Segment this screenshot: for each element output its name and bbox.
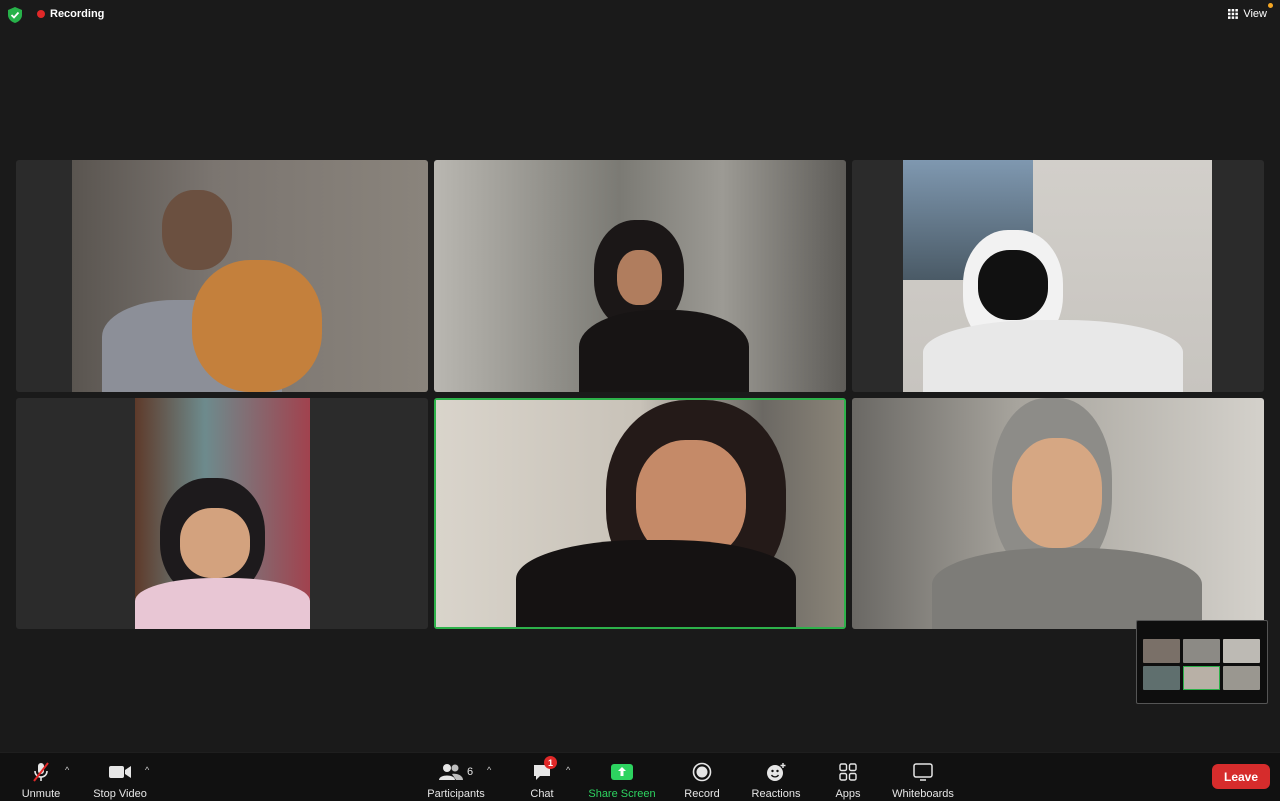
participants-button[interactable]: 6 Participants (422, 753, 490, 801)
reactions-smiley-icon (767, 763, 786, 781)
record-label: Record (684, 788, 720, 800)
view-label: View (1243, 8, 1267, 20)
video-tile-4[interactable] (16, 398, 428, 629)
recording-dot-icon (37, 10, 45, 18)
reactions-button[interactable]: Reactions (746, 753, 806, 801)
chat-label: Chat (530, 788, 554, 800)
stop-video-label: Stop Video (93, 788, 147, 800)
share-screen-label: Share Screen (588, 788, 656, 800)
share-screen-icon (611, 764, 633, 780)
mini-gallery-thumbnail[interactable] (1136, 620, 1268, 704)
video-tile-6[interactable] (852, 398, 1264, 629)
notification-dot (1268, 3, 1273, 8)
video-options-caret-icon[interactable]: ^ (145, 765, 149, 775)
unmute-button[interactable]: Unmute (16, 753, 66, 801)
record-button[interactable]: Record (678, 753, 726, 801)
participants-label: Participants (427, 788, 485, 800)
video-tile-1[interactable] (16, 160, 428, 392)
video-camera-icon (109, 766, 131, 778)
apps-button[interactable]: Apps (828, 753, 868, 801)
reactions-label: Reactions (751, 788, 801, 800)
leave-button[interactable]: Leave (1212, 764, 1270, 789)
view-button[interactable]: View (1228, 3, 1273, 20)
mini-tile (1183, 666, 1220, 690)
apps-label: Apps (835, 788, 861, 800)
chat-button[interactable]: 1 Chat (520, 753, 564, 801)
mini-tile (1223, 666, 1260, 690)
microphone-muted-icon (33, 762, 49, 782)
video-feed (135, 398, 310, 629)
video-feed (436, 400, 844, 627)
video-tile-5-active-speaker[interactable] (434, 398, 846, 629)
whiteboards-label: Whiteboards (892, 788, 954, 800)
participants-count: 6 (466, 766, 474, 778)
meeting-toolbar: Unmute ^ Stop Video ^ 6 Participants ^ 1… (0, 752, 1280, 801)
whiteboards-button[interactable]: Whiteboards (888, 753, 958, 801)
unmute-label: Unmute (21, 788, 61, 800)
mini-tile (1143, 666, 1180, 690)
participants-icon (438, 764, 463, 780)
chat-options-caret-icon[interactable]: ^ (566, 765, 570, 775)
stop-video-button[interactable]: Stop Video (88, 753, 152, 801)
recording-indicator[interactable]: Recording (37, 8, 104, 20)
video-feed (72, 160, 428, 392)
share-screen-button[interactable]: Share Screen (586, 753, 658, 801)
apps-icon (839, 763, 857, 781)
meeting-top-bar: Recording View (0, 0, 1280, 30)
whiteboard-icon (913, 763, 933, 781)
mini-tile (1143, 639, 1180, 663)
video-tile-2[interactable] (434, 160, 846, 392)
video-feed (852, 398, 1264, 629)
record-icon (692, 762, 712, 782)
security-shield-icon[interactable] (8, 7, 22, 23)
audio-options-caret-icon[interactable]: ^ (65, 765, 69, 775)
video-feed (903, 160, 1212, 392)
video-feed (434, 160, 846, 392)
chat-unread-badge: 1 (544, 756, 557, 769)
mini-tile (1223, 639, 1260, 663)
mini-tile (1183, 639, 1220, 663)
video-tile-3[interactable] (852, 160, 1264, 392)
participants-options-caret-icon[interactable]: ^ (487, 765, 491, 775)
grid-icon (1228, 9, 1239, 19)
recording-label: Recording (50, 8, 105, 20)
